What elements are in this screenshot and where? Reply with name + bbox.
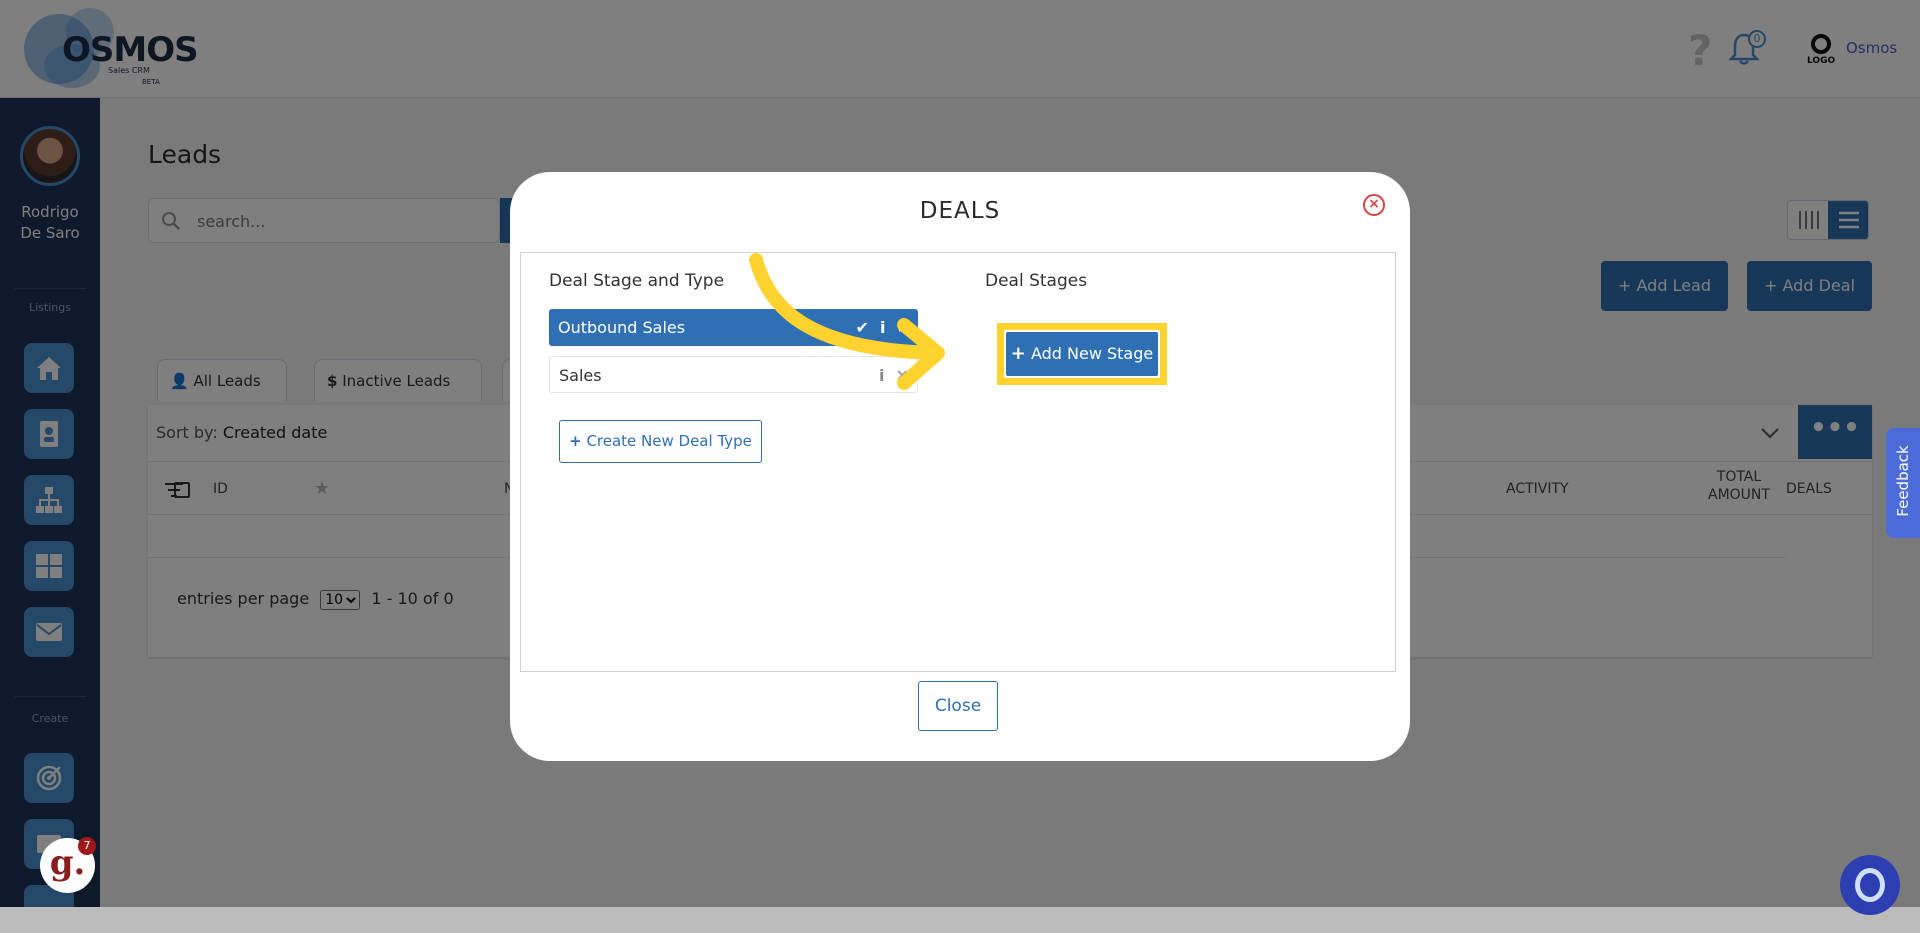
- add-new-stage-button[interactable]: + Add New Stage: [1006, 332, 1158, 376]
- annotation-arrow-icon: [749, 253, 945, 390]
- deal-type-label: Sales: [559, 366, 602, 385]
- chat-widget-button[interactable]: [1840, 855, 1900, 915]
- bottom-strip: [0, 907, 1920, 933]
- create-deal-type-button[interactable]: + Create New Deal Type: [559, 420, 762, 463]
- g-widget-badge: 7: [78, 837, 96, 855]
- feedback-tab[interactable]: Feedback: [1886, 428, 1920, 538]
- close-button[interactable]: Close: [918, 681, 998, 731]
- plus-icon: +: [569, 432, 582, 450]
- feedback-label: Feedback: [1894, 445, 1912, 517]
- create-deal-type-label: Create New Deal Type: [586, 432, 752, 450]
- close-icon[interactable]: ×: [1363, 194, 1385, 216]
- highlight-box: + Add New Stage: [997, 323, 1167, 385]
- modal-title: DEALS: [919, 198, 1001, 224]
- deal-stage-type-heading: Deal Stage and Type: [549, 271, 725, 291]
- plus-icon: +: [1010, 343, 1026, 364]
- modal-body: Deal Stage and Type Deal Stages Outbound…: [520, 252, 1396, 672]
- deal-stages-heading: Deal Stages: [985, 271, 1088, 291]
- deals-modal: DEALS × Deal Stage and Type Deal Stages …: [510, 172, 1410, 761]
- deal-type-label: Outbound Sales: [558, 318, 686, 337]
- chat-icon: [1855, 868, 1885, 902]
- add-new-stage-label: Add New Stage: [1030, 344, 1154, 363]
